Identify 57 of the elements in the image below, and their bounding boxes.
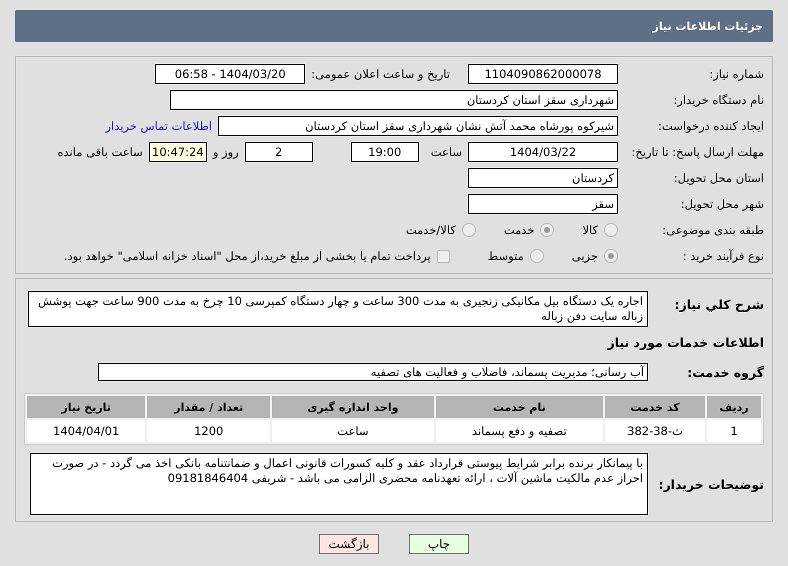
radio-label: جزیی (572, 249, 598, 263)
print-button[interactable]: چاپ (409, 534, 469, 554)
field-label: ساعت باقی مانده (58, 145, 143, 159)
deadline-time-field: 19:00 (350, 142, 419, 162)
radio-button[interactable] (604, 249, 618, 263)
deadline-date-field: 1404/03/22 (468, 142, 618, 162)
field-label: ساعت (430, 145, 462, 159)
description-box: اجاره یک دستگاه بیل مکانیکی زنجیری به مدت 300 ساعت و چهار دستگاه کمپرسی 10 چرخ به مدت 900 ساعت جهت پوشش زباله سایت دفن زباله (28, 291, 648, 327)
table-cell: 1 (706, 420, 761, 442)
field-label: مهلت ارسال پاسخ: تا تاریخ: (630, 145, 764, 159)
field-label: نام دستگاه خریدار: (672, 93, 764, 107)
table-cell: 1404/04/01 (27, 420, 146, 442)
city-field: سقز (468, 194, 618, 214)
requester-field: شیرکوه پورشاه محمد آتش نشان شهرداری سقز استان کردستان (218, 116, 618, 136)
checkbox-label: پرداخت تمام یا بخشی از مبلغ خرید،از محل "اسناد خزانه اسلامی" خواهد بود. (64, 249, 431, 263)
table-cell: ث-38-382 (605, 420, 705, 442)
contact-link[interactable]: اطلاعات تماس خریدار (105, 119, 212, 133)
column-header: تاریخ نیاز (27, 396, 146, 418)
page-header: جزئیات اطلاعات نیاز (15, 10, 773, 42)
checkbox[interactable] (436, 250, 450, 262)
field-label: شرح كلي نياز: (674, 297, 764, 312)
table-cell: ساعت (272, 420, 434, 442)
need-number-field: 1104090862000078 (468, 64, 618, 84)
table-cell: تصفیه و دفع پسماند (436, 420, 604, 442)
remaining-time-field: 10:47:24 (148, 142, 207, 162)
radio-button[interactable] (540, 223, 554, 237)
back-button[interactable]: بازگشت (319, 534, 379, 554)
radio-button[interactable] (604, 223, 618, 237)
service-group-field: آب رسانی؛ مدیریت پسماند، فاضلاب و فعالیت های تصفیه (98, 363, 648, 381)
field-label: روز و (212, 145, 239, 159)
column-header: تعداد / مقدار (147, 396, 270, 418)
section-heading: اطلاعات خدمات مورد نیاز (608, 334, 764, 350)
days-field: 2 (244, 142, 313, 162)
field-label: تاریخ و ساعت اعلان عمومی: (311, 67, 450, 81)
field-label: طبقه بندی موضوعی: (661, 223, 764, 237)
radio-label: متوسط (488, 249, 524, 263)
field-label: توضیحات خریدار: (657, 476, 764, 492)
field-label: شماره نیاز: (708, 67, 764, 81)
field-label: شهر محل تحویل: (680, 197, 764, 211)
field-label: نوع فرآیند خرید : (682, 249, 764, 263)
buyer-org-field: شهرداری سقز استان کردستان (170, 90, 618, 110)
field-label: استان محل تحویل: (672, 171, 764, 185)
buyer-notes-box: با پیمانکار برنده برابر شرایط پیوستی قرارداد عقد و کلیه کسورات قانونی اعمال و ضمانتنامه بانکی اخذ می گردد - در صورت احراز عدم مالکیت ماشین آلات ، ارائه تعهدنامه محضری الزامی می باشد - شریفی 09181846404 (30, 453, 648, 515)
radio-label: خدمت (504, 223, 534, 237)
province-field: کردستان (468, 168, 618, 188)
column-header: کد خدمت (605, 396, 705, 418)
radio-button[interactable] (530, 249, 544, 263)
radio-label: کالا (582, 223, 598, 237)
column-header: ردیف (706, 396, 761, 418)
field-label: گروه خدمت: (686, 364, 764, 380)
column-header: واحد اندازه گیری (272, 396, 434, 418)
column-header: نام خدمت (436, 396, 604, 418)
radio-label: کالا/خدمت (406, 223, 456, 237)
announce-date-field: 1404/03/20 - 06:58 (155, 64, 306, 84)
radio-button[interactable] (462, 223, 476, 237)
table-cell: 1200 (147, 420, 270, 442)
field-label: ایجاد کننده درخواست: (657, 119, 764, 133)
